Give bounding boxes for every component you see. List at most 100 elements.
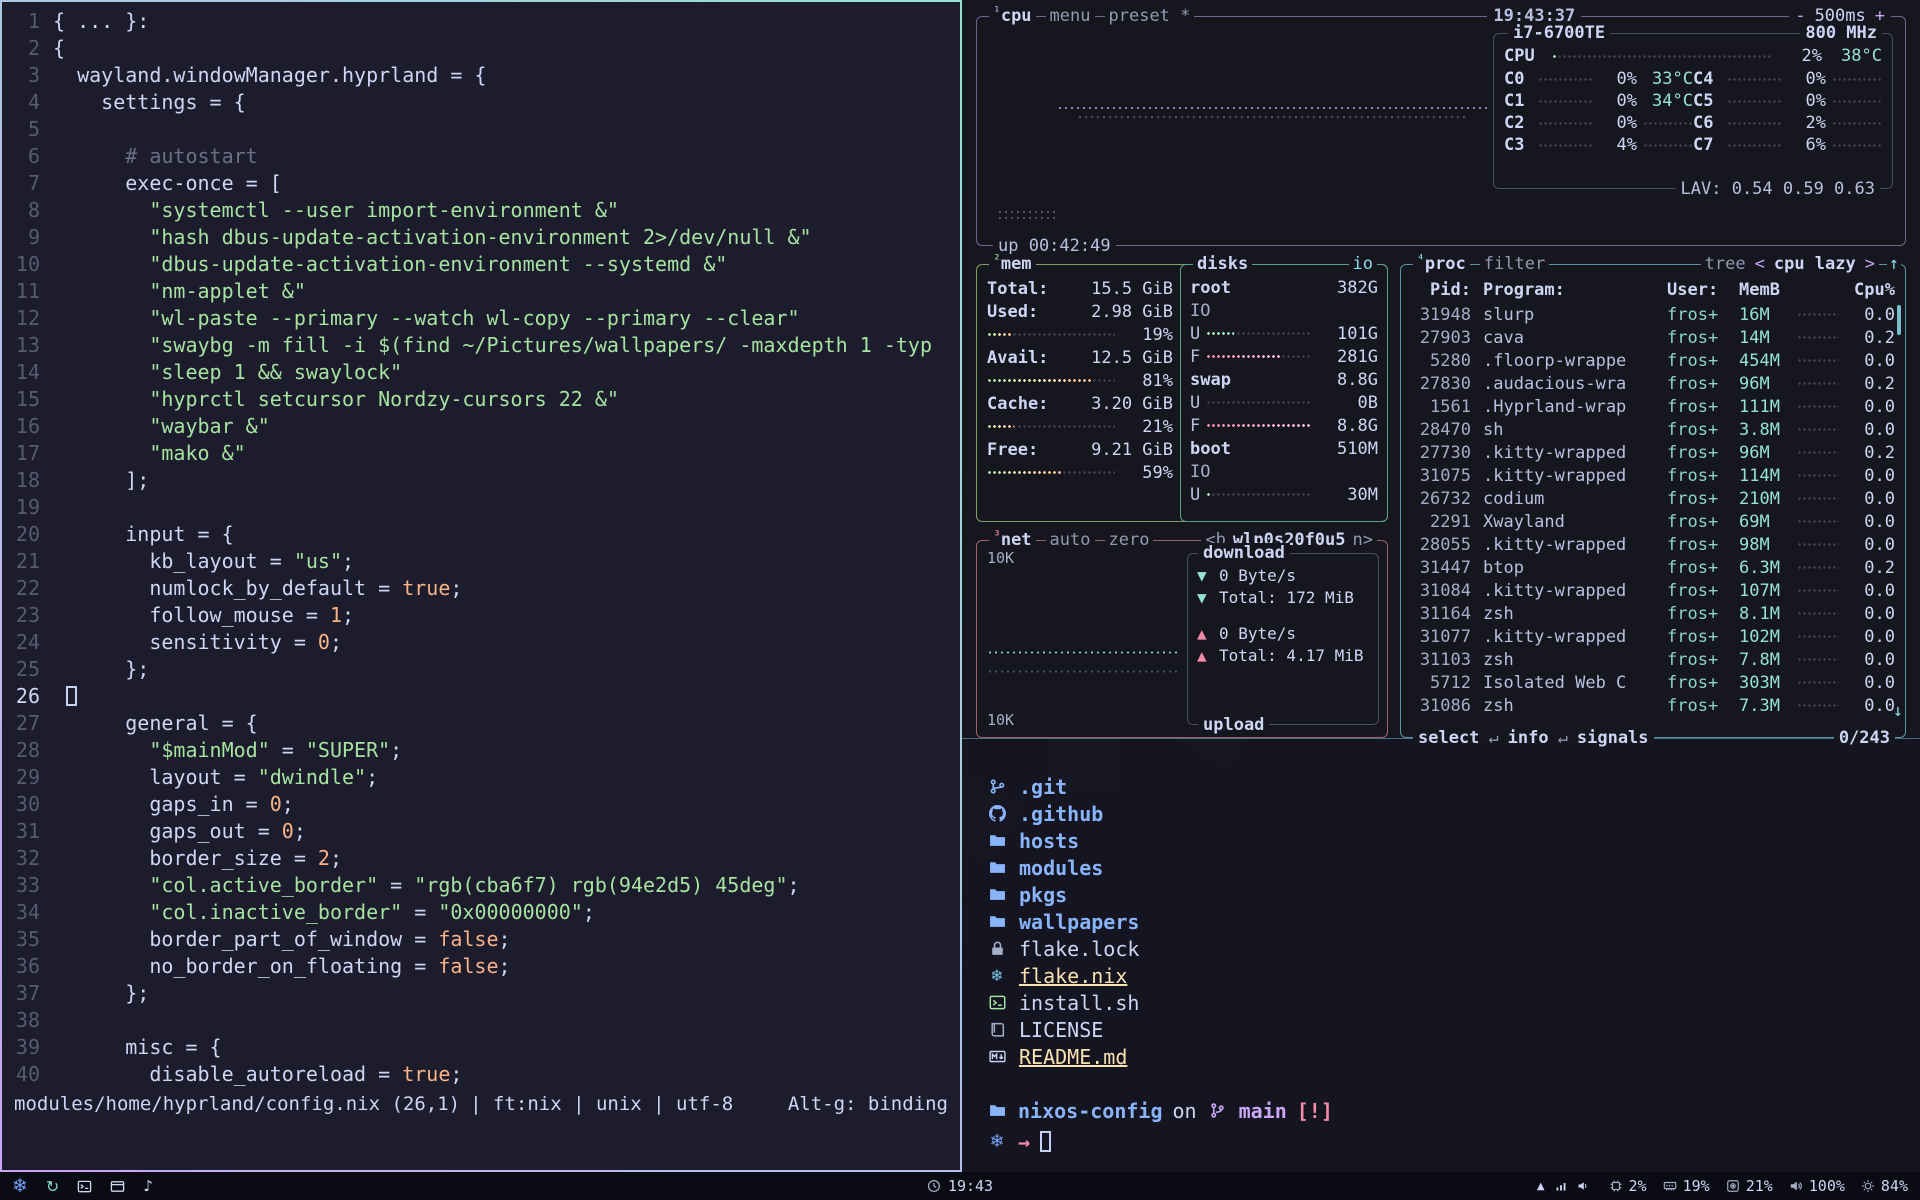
tray-arrow-icon[interactable]: ▲ [1537, 1181, 1545, 1192]
editor-line[interactable]: 8 "systemctl --user import-environment &… [2, 197, 960, 224]
proc-signals-button[interactable]: signals [1577, 728, 1649, 748]
editor-line[interactable]: 40 disable_autoreload = true; [2, 1061, 960, 1088]
net-next-device-button[interactable]: n> [1353, 530, 1373, 550]
editor-line[interactable]: 27 general = { [2, 710, 960, 737]
editor-line[interactable]: 28 "$mainMod" = "SUPER"; [2, 737, 960, 764]
proc-row[interactable]: 5712Isolated Web Cfros+303M0.0 [1413, 671, 1895, 694]
proc-info-button[interactable]: info [1508, 728, 1549, 748]
editor-line[interactable]: 21 kb_layout = "us"; [2, 548, 960, 575]
editor-line[interactable]: 37 }; [2, 980, 960, 1007]
editor-line[interactable]: 9 "hash dbus-update-activation-environme… [2, 224, 960, 251]
proc-row[interactable]: 31164zshfros+8.1M0.0 [1413, 602, 1895, 625]
preset-button[interactable]: preset * [1105, 6, 1195, 26]
bar-panel-button[interactable] [110, 1179, 125, 1194]
editor-window[interactable]: 1{ ... }:2{3 wayland.windowManager.hyprl… [0, 0, 962, 1172]
editor-line[interactable]: 15 "hyprctl setcursor Nordzy-cursors 22 … [2, 386, 960, 413]
proc-row[interactable]: 26732codiumfros+210M0.0 [1413, 487, 1895, 510]
bar-module-chip[interactable]: 2% [1609, 1177, 1647, 1195]
editor-line[interactable]: 4 settings = { [2, 89, 960, 116]
proc-tree-button[interactable]: tree [1705, 254, 1746, 274]
proc-row[interactable]: 1561.Hyprland-wrapfros+111M0.0 [1413, 395, 1895, 418]
editor-line[interactable]: 30 gaps_in = 0; [2, 791, 960, 818]
net-zero-button[interactable]: zero [1105, 530, 1154, 550]
editor-line[interactable]: 29 layout = "dwindle"; [2, 764, 960, 791]
editor-line[interactable]: 38 [2, 1007, 960, 1034]
proc-row[interactable]: 27903cavafros+14M0.2 [1413, 326, 1895, 349]
bar-reload-button[interactable]: ↻ [46, 1177, 59, 1196]
editor-line[interactable]: 36 no_border_on_floating = false; [2, 953, 960, 980]
proc-select-button[interactable]: select [1418, 728, 1479, 748]
proc-program: cava [1471, 328, 1667, 348]
editor-line[interactable]: 2{ [2, 35, 960, 62]
editor-line[interactable]: 23 follow_mouse = 1; [2, 602, 960, 629]
editor-line[interactable]: 22 numlock_by_default = true; [2, 575, 960, 602]
editor-line[interactable]: 32 border_size = 2; [2, 845, 960, 872]
proc-row[interactable]: 31075.kitty-wrappedfros+114M0.0 [1413, 464, 1895, 487]
editor-line[interactable]: 13 "swaybg -m fill -i $(find ~/Pictures/… [2, 332, 960, 359]
terminal-window[interactable]: .git.githubhostsmodulespkgswallpapersfla… [962, 738, 1920, 1172]
editor-line[interactable]: 35 border_part_of_window = false; [2, 926, 960, 953]
tray-net-icon[interactable] [1555, 1180, 1567, 1192]
proc-row[interactable]: 31103zshfros+7.8M0.0 [1413, 648, 1895, 671]
proc-sort-prev-button[interactable]: < [1755, 254, 1765, 274]
editor-line[interactable]: 25 }; [2, 656, 960, 683]
proc-header-pid[interactable]: Pid: [1413, 280, 1471, 300]
bar-clock-module[interactable]: 19:43 [927, 1177, 993, 1195]
editor-line[interactable]: 17 "mako &" [2, 440, 960, 467]
editor-line[interactable]: 33 "col.active_border" = "rgb(cba6f7) rg… [2, 872, 960, 899]
proc-scroll-up[interactable]: ↑ [1887, 254, 1901, 274]
proc-row[interactable]: 27830.audacious-wrafros+96M0.2 [1413, 372, 1895, 395]
editor-line[interactable]: 26 [2, 683, 960, 710]
editor-line[interactable]: 1{ ... }: [2, 8, 960, 35]
menu-button[interactable]: menu [1046, 6, 1095, 26]
editor-line[interactable]: 10 "dbus-update-activation-environment -… [2, 251, 960, 278]
proc-sort-next-button[interactable]: > [1865, 254, 1875, 274]
proc-header-cpu[interactable]: Cpu% [1839, 280, 1895, 300]
proc-row[interactable]: 31077.kitty-wrappedfros+102M0.0 [1413, 625, 1895, 648]
proc-row[interactable]: 31948slurpfros+16M0.0 [1413, 303, 1895, 326]
bar-music-button[interactable]: ♪ [143, 1177, 153, 1195]
editor-line[interactable]: 3 wayland.windowManager.hyprland = { [2, 62, 960, 89]
proc-row[interactable]: 31086zshfros+7.3M0.0 [1413, 694, 1895, 717]
proc-scroll-down[interactable]: ↓ [1893, 701, 1903, 721]
editor-line[interactable]: 6 # autostart [2, 143, 960, 170]
bar-module-disk[interactable]: 21% [1726, 1177, 1773, 1195]
editor-line[interactable]: 18 ]; [2, 467, 960, 494]
editor-line[interactable]: 5 [2, 116, 960, 143]
editor-line[interactable]: 24 sensitivity = 0; [2, 629, 960, 656]
bar-module-volume[interactable]: 100% [1789, 1177, 1845, 1195]
proc-header-program[interactable]: Program: [1471, 280, 1667, 300]
proc-row[interactable]: 31447btopfros+6.3M0.2 [1413, 556, 1895, 579]
editor-line[interactable]: 34 "col.inactive_border" = "0x00000000"; [2, 899, 960, 926]
editor-line[interactable]: 39 misc = { [2, 1034, 960, 1061]
editor-buffer[interactable]: 1{ ... }:2{3 wayland.windowManager.hyprl… [2, 2, 960, 1091]
proc-scrollbar[interactable] [1897, 305, 1901, 335]
bar-module-brightness[interactable]: 84% [1861, 1177, 1908, 1195]
line-number: 29 [2, 764, 53, 791]
bar-module-memory[interactable]: 19% [1663, 1177, 1710, 1195]
net-auto-button[interactable]: auto [1046, 530, 1095, 550]
editor-line[interactable]: 19 [2, 494, 960, 521]
editor-line[interactable]: 20 input = { [2, 521, 960, 548]
editor-line[interactable]: 7 exec-once = [ [2, 170, 960, 197]
code-segment: settings = { [53, 90, 246, 114]
proc-row[interactable]: 28055.kitty-wrappedfros+98M0.0 [1413, 533, 1895, 556]
bar-nix-logo-button[interactable]: ❄ [12, 1175, 28, 1197]
editor-line[interactable]: 14 "sleep 1 && swaylock" [2, 359, 960, 386]
disks-io-toggle[interactable]: io [1349, 254, 1377, 274]
proc-row[interactable]: 31084.kitty-wrappedfros+107M0.0 [1413, 579, 1895, 602]
proc-filter-button[interactable]: filter [1480, 254, 1549, 274]
proc-header-user[interactable]: User: [1667, 280, 1739, 300]
bar-terminal-button[interactable] [77, 1179, 92, 1194]
proc-row[interactable]: 28470shfros+3.8M0.0 [1413, 418, 1895, 441]
editor-line[interactable]: 11 "nm-applet &" [2, 278, 960, 305]
editor-line[interactable]: 12 "wl-paste --primary --watch wl-copy -… [2, 305, 960, 332]
proc-row[interactable]: 2291Xwaylandfros+69M0.0 [1413, 510, 1895, 533]
editor-line[interactable]: 31 gaps_out = 0; [2, 818, 960, 845]
editor-line[interactable]: 16 "waybar &" [2, 413, 960, 440]
tray-vol-icon[interactable] [1577, 1180, 1589, 1192]
proc-header-mem[interactable]: MemB [1739, 280, 1797, 300]
proc-row[interactable]: 5280.floorp-wrappefros+454M0.0 [1413, 349, 1895, 372]
btop-window[interactable]: ¹cpu menu preset * 19:43:37 - 500ms + i7 [962, 0, 1920, 738]
proc-row[interactable]: 27730.kitty-wrappedfros+96M0.2 [1413, 441, 1895, 464]
